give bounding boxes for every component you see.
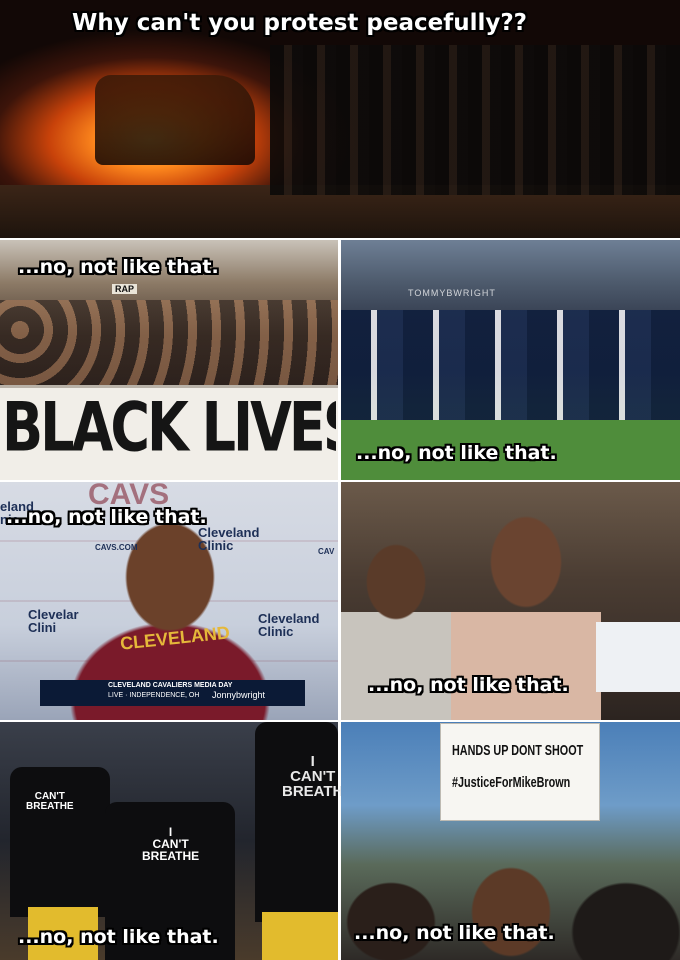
backdrop-cavs-com: CAVS.COM xyxy=(95,543,138,552)
top-caption: Why can't you protest peacefully?? xyxy=(72,10,528,36)
kneeling-players xyxy=(341,310,680,420)
shorts-right xyxy=(262,912,338,960)
lower-third-title: CLEVELAND CAVALIERS MEDIA DAY xyxy=(108,682,233,689)
backdrop-clinic-top: Cleveland Clinic xyxy=(198,525,260,553)
backdrop-cav: CAV xyxy=(318,547,335,556)
backdrop-clinic-left-2: Clevelar Clini xyxy=(28,607,79,635)
backdrop-clinic-right: Cleveland Clinic xyxy=(258,611,320,639)
caption-shirts: ...no, not like that. xyxy=(18,926,219,948)
shirt-left-text: CAN'T BREATHE xyxy=(26,791,74,812)
sign-line-2: #JusticeForMikeBrown xyxy=(452,774,571,791)
shirt-left xyxy=(10,767,110,917)
watermark: TOMMYBWRIGHT xyxy=(408,288,496,298)
lower-third-subtitle: LIVE · INDEPENDENCE, OH xyxy=(108,692,200,699)
caption-press: ...no, not like that. xyxy=(6,506,207,528)
background-screen xyxy=(596,622,680,692)
caption-award: ...no, not like that. xyxy=(368,674,569,696)
banner-text: BLACK LIVES MA xyxy=(2,388,336,467)
riot-police-line xyxy=(270,45,680,195)
shirt-right-text: I CAN'T BREATH xyxy=(282,753,344,800)
caption-crowd: ...no, not like that. xyxy=(18,256,219,278)
burning-car xyxy=(95,75,255,165)
shirt-right xyxy=(255,722,338,922)
caption-kneeling: ...no, not like that. xyxy=(356,442,557,464)
crowd-sign: RAP xyxy=(112,284,138,294)
protest-placard xyxy=(441,724,599,820)
caption-sign: ...no, not like that. xyxy=(354,922,555,944)
watermark-press: Jonnybwright xyxy=(212,690,266,700)
sign-line-1: HANDS UP DONT SHOOT xyxy=(452,742,584,759)
shirt-center-text: I CAN'T BREATHE xyxy=(142,825,200,863)
